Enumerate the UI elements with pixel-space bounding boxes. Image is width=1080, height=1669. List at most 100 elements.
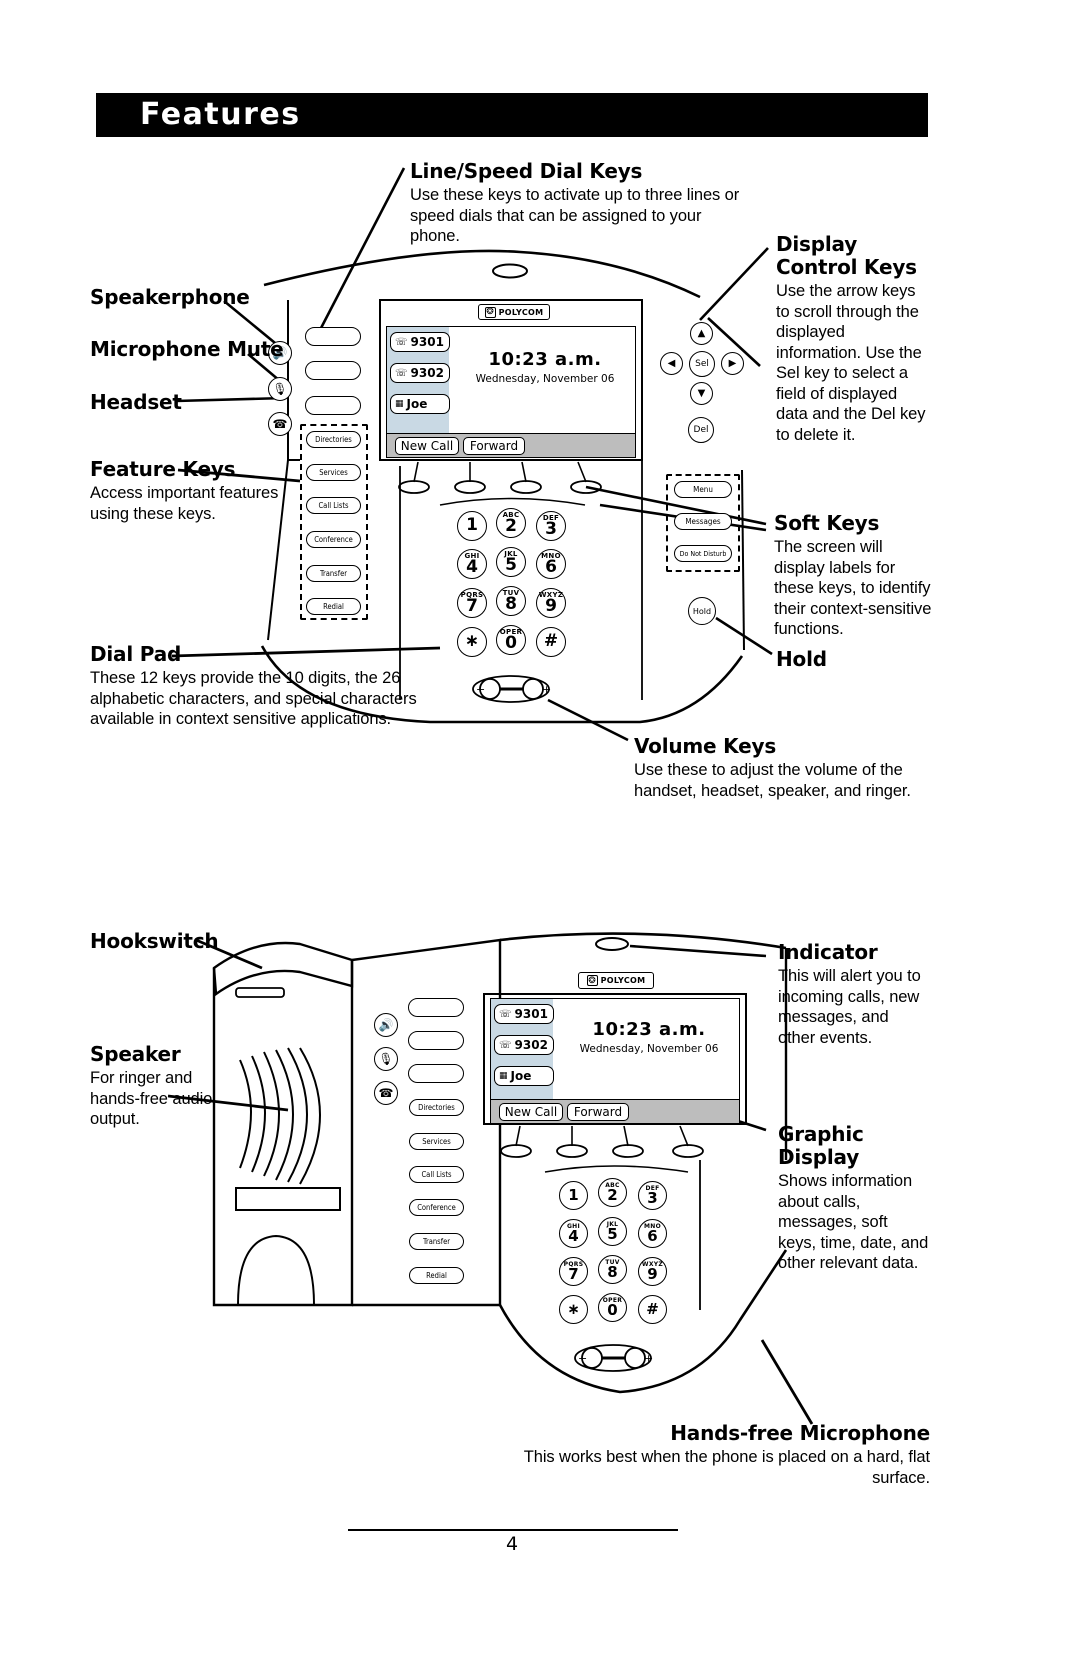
right-key-menu[interactable]: Menu bbox=[674, 481, 732, 498]
callout-body: For ringer and hands-free audio output. bbox=[90, 1069, 213, 1128]
dial-key-hash[interactable]: # bbox=[536, 627, 566, 657]
dial-key-9[interactable]: WXYZ 9 bbox=[536, 588, 566, 618]
feature-key-transfer[interactable]: Transfer bbox=[306, 565, 361, 582]
microphone-mute-key[interactable]: 🎙 bbox=[268, 377, 292, 401]
speakerphone-icon: 🔊 bbox=[378, 1018, 394, 1032]
callout-body: The screen will display labels for these… bbox=[774, 538, 932, 638]
callout-microphone-mute: Microphone Mute bbox=[90, 338, 300, 361]
dial-key-2-digit: 2 bbox=[607, 1185, 618, 1204]
line-key-3[interactable]: ▦ Joe bbox=[390, 394, 450, 414]
callout-title: Line/Speed Dial Keys bbox=[410, 159, 643, 183]
feature-key-redial[interactable]: Redial bbox=[409, 1267, 464, 1284]
feature-key-directories[interactable]: Directories bbox=[409, 1099, 464, 1116]
dial-key-2[interactable]: ABC 2 bbox=[598, 1178, 627, 1207]
display-control-delete[interactable]: Del bbox=[688, 417, 714, 443]
dial-key-8[interactable]: TUV 8 bbox=[496, 586, 526, 616]
select-label: Sel bbox=[695, 359, 709, 369]
page-title: Features bbox=[140, 97, 301, 132]
softkey-new-call[interactable]: New Call bbox=[499, 1103, 563, 1121]
dial-key-hash[interactable]: # bbox=[638, 1295, 667, 1324]
headset-key[interactable]: ☎ bbox=[268, 412, 292, 436]
callout-title: Speakerphone bbox=[90, 285, 250, 309]
dial-key-7[interactable]: PQRS 7 bbox=[559, 1257, 588, 1286]
dial-key-star[interactable]: ∗ bbox=[559, 1295, 588, 1324]
speakerphone-key[interactable]: 🔊 bbox=[374, 1013, 398, 1037]
softkey-new-call[interactable]: New Call bbox=[395, 437, 459, 455]
line-key-3-label: Joe bbox=[510, 1069, 532, 1083]
graphic-display-top: ☏ 9301 ☏ 9302 ▦ Joe 10:23 a.m. Wednesday… bbox=[386, 326, 636, 458]
dial-key-star[interactable]: ∗ bbox=[457, 627, 487, 657]
dial-key-1-digit: 1 bbox=[466, 515, 478, 535]
dial-key-2[interactable]: ABC 2 bbox=[496, 508, 526, 538]
handset-icon: ☏ bbox=[499, 1039, 512, 1051]
feature-key-services[interactable]: Services bbox=[409, 1133, 464, 1150]
dial-key-8[interactable]: TUV 8 bbox=[598, 1255, 627, 1284]
right-key-messages[interactable]: Messages bbox=[674, 513, 732, 530]
line-speed-dial-key-2[interactable] bbox=[305, 361, 361, 380]
callout-feature-keys: Feature Keys Access important features u… bbox=[90, 458, 280, 524]
feature-key-services[interactable]: Services bbox=[306, 464, 361, 481]
dial-key-1[interactable]: 1 bbox=[559, 1181, 588, 1210]
dial-key-4-digit: 4 bbox=[568, 1226, 579, 1245]
feature-key-conference[interactable]: Conference bbox=[409, 1199, 464, 1216]
microphone-mute-key[interactable]: 🎙 bbox=[374, 1047, 398, 1071]
softkey-forward[interactable]: Forward bbox=[463, 437, 525, 455]
line-speed-dial-key-3[interactable] bbox=[305, 396, 361, 415]
dial-key-4[interactable]: GHI 4 bbox=[457, 549, 487, 579]
dial-key-3-digit: 3 bbox=[545, 518, 557, 539]
polycom-logo-plate: ❂ POLYCOM bbox=[478, 304, 550, 320]
dial-key-5-digit: 5 bbox=[505, 554, 517, 575]
callout-soft-keys: Soft Keys The screen will display labels… bbox=[774, 512, 934, 640]
softkey-forward[interactable]: Forward bbox=[567, 1103, 629, 1121]
dial-key-9[interactable]: WXYZ 9 bbox=[638, 1257, 667, 1286]
dial-key-6-digit: 6 bbox=[545, 556, 557, 577]
callout-title: Hookswitch bbox=[90, 929, 219, 953]
line-speed-dial-key-3[interactable] bbox=[408, 1064, 464, 1083]
callout-title: Volume Keys bbox=[634, 734, 777, 758]
right-arrow-icon: ▶ bbox=[728, 358, 737, 369]
line-speed-dial-key-1[interactable] bbox=[408, 998, 464, 1017]
dial-key-star-digit: ∗ bbox=[567, 1299, 580, 1318]
feature-key-conference[interactable]: Conference bbox=[306, 531, 361, 548]
dial-key-3[interactable]: DEF 3 bbox=[638, 1181, 667, 1210]
callout-body: These 12 keys provide the 10 digits, the… bbox=[90, 669, 417, 728]
right-key-do-not-disturb[interactable]: Do Not Disturb bbox=[674, 545, 732, 562]
polycom-logo-plate-bottom: ❂ POLYCOM bbox=[578, 972, 654, 989]
keypad-icon: ▦ bbox=[395, 399, 404, 409]
feature-key-transfer[interactable]: Transfer bbox=[409, 1233, 464, 1250]
callout-display-control: Display Control Keys Use the arrow keys … bbox=[776, 233, 928, 445]
hold-key[interactable]: Hold bbox=[688, 597, 716, 625]
features-page: Features − + − + ❂ POLYCOM ☏ 9301 ☏ 9302… bbox=[0, 0, 1080, 1669]
line-speed-dial-key-1[interactable] bbox=[305, 327, 361, 346]
dial-key-6[interactable]: MNO 6 bbox=[638, 1219, 667, 1248]
dial-key-6[interactable]: MNO 6 bbox=[536, 549, 566, 579]
dial-key-0[interactable]: OPER 0 bbox=[496, 625, 526, 655]
dial-key-5[interactable]: JKL 5 bbox=[496, 547, 526, 577]
dial-key-5[interactable]: JKL 5 bbox=[598, 1217, 627, 1246]
callout-title: Headset bbox=[90, 390, 182, 414]
dial-key-2-digit: 2 bbox=[505, 515, 517, 536]
display-control-up[interactable]: ▲ bbox=[690, 322, 713, 345]
callout-hands-free-microphone: Hands-free Microphone This works best wh… bbox=[468, 1422, 930, 1488]
feature-key-call-lists[interactable]: Call Lists bbox=[306, 497, 361, 514]
display-control-down[interactable]: ▼ bbox=[690, 382, 713, 405]
line-key-3[interactable]: ▦ Joe bbox=[494, 1066, 554, 1086]
feature-key-redial[interactable]: Redial bbox=[306, 598, 361, 615]
dial-key-0[interactable]: OPER 0 bbox=[598, 1293, 627, 1322]
display-control-left[interactable]: ◀ bbox=[660, 352, 683, 375]
handset-icon: ☏ bbox=[499, 1008, 512, 1020]
feature-key-call-lists[interactable]: Call Lists bbox=[409, 1166, 464, 1183]
display-control-select[interactable]: Sel bbox=[689, 351, 715, 377]
dial-key-7[interactable]: PQRS 7 bbox=[457, 588, 487, 618]
dial-key-3[interactable]: DEF 3 bbox=[536, 511, 566, 541]
softkey-bar-bottom: New Call Forward bbox=[491, 1099, 739, 1123]
headset-key[interactable]: ☎ bbox=[374, 1081, 398, 1105]
polycom-logo-icon: ❂ bbox=[484, 306, 496, 318]
display-control-right[interactable]: ▶ bbox=[721, 352, 744, 375]
footer-divider bbox=[348, 1529, 678, 1531]
dial-key-1[interactable]: 1 bbox=[457, 511, 487, 541]
dial-key-8-digit: 8 bbox=[505, 593, 517, 614]
line-speed-dial-key-2[interactable] bbox=[408, 1031, 464, 1050]
dial-key-4[interactable]: GHI 4 bbox=[559, 1219, 588, 1248]
feature-key-directories[interactable]: Directories bbox=[306, 431, 361, 448]
